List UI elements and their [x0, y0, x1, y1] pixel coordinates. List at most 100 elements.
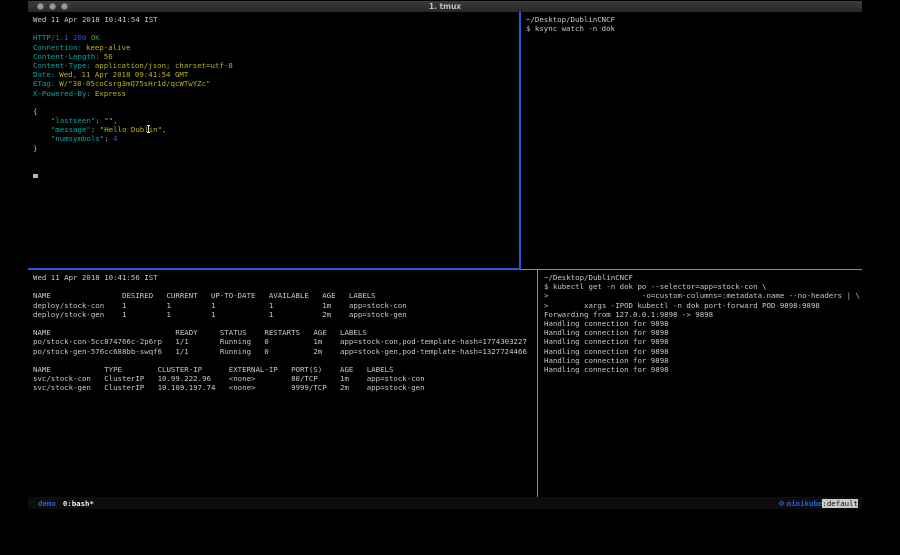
pane-divider-horizontal-right[interactable] — [521, 269, 862, 270]
table-row: NAME READY STATUS RESTARTS AGE LABELS — [33, 328, 542, 337]
prompt-line — [33, 171, 524, 180]
terminal-line: ~/Desktop/DublinCNCF — [526, 15, 862, 24]
json-open-brace: { — [33, 107, 524, 116]
pane-divider-horizontal-left[interactable] — [28, 268, 519, 270]
header-value: W/"38-05coCsrg3mQ75sHr1d/qcWTwYZc" — [59, 79, 210, 88]
json-entry-line: "lastseen": "", — [33, 116, 524, 125]
http-header-line: Date: Wed, 11 Apr 2018 09:41:54 GMT — [33, 70, 524, 79]
json-separator: : — [91, 125, 100, 134]
services-table: NAME TYPE CLUSTER-IP EXTERNAL-IP PORT(S)… — [33, 365, 542, 393]
json-value: "Hello Dublin", — [100, 125, 167, 134]
pods-table: NAME READY STATUS RESTARTS AGE LABELSpo/… — [33, 328, 542, 356]
json-entry-line: "message": "Hello Dublin", — [33, 125, 524, 134]
http-status-line: HTTP/1.1 200 OK — [33, 33, 524, 42]
http-proto: HTTP — [33, 33, 51, 42]
header-value: keep-alive — [86, 43, 131, 52]
table-row: NAME TYPE CLUSTER-IP EXTERNAL-IP PORT(S)… — [33, 365, 542, 374]
http-header-line: Content-Length: 56 — [33, 52, 524, 61]
pane-ksync[interactable]: ~/Desktop/DublinCNCF$ ksync watch -n dok — [521, 12, 862, 271]
json-value: 4 — [113, 134, 117, 143]
terminal-line: ~/Desktop/DublinCNCF — [544, 273, 862, 282]
json-close-brace: } — [33, 144, 524, 153]
pane-http-response[interactable]: Wed 11 Apr 2018 10:41:54 IST HTTP/1.1 20… — [28, 12, 524, 271]
header-name: Date: — [33, 70, 55, 79]
tmux-panes: Wed 11 Apr 2018 10:41:54 IST HTTP/1.1 20… — [28, 12, 862, 497]
header-value: Wed, 11 Apr 2018 09:41:54 GMT — [59, 70, 188, 79]
http-header-line: Connection: keep-alive — [33, 43, 524, 52]
terminal-line: $ ksync watch -n dok — [526, 24, 862, 33]
header-value: 56 — [104, 52, 113, 61]
mouse-cursor — [148, 125, 149, 133]
terminal-line: Forwarding from 127.0.0.1:9898 -> 9898 — [544, 310, 862, 319]
header-name: Content-Type: — [33, 61, 91, 70]
json-key: "message" — [33, 125, 91, 134]
zoom-window-icon[interactable] — [61, 3, 68, 10]
json-value: "", — [104, 116, 117, 125]
header-value: Express — [95, 89, 126, 98]
blank-line — [33, 24, 524, 33]
terminal-line: Handling connection for 9898 — [544, 365, 862, 374]
pane-divider-vertical-top[interactable] — [519, 12, 521, 270]
blank-line — [33, 153, 524, 162]
http-reason: OK — [91, 33, 100, 42]
kube-context: minikube — [787, 499, 823, 508]
http-header-line: X-Powered-By: Express — [33, 89, 524, 98]
table-row: svc/stock-con ClusterIP 10.99.222.96 <no… — [33, 374, 542, 383]
status-left: demo 0:bash* — [38, 499, 94, 508]
status-right: ☸minikube:default — [778, 499, 858, 508]
table-row: deploy/stock-con 1 1 1 1 1m app=stock-co… — [33, 301, 542, 310]
timestamp-line: Wed 11 Apr 2018 10:41:54 IST — [33, 15, 524, 24]
pane-kubectl-resources[interactable]: Wed 11 Apr 2018 10:41:56 IST NAME DESIRE… — [28, 270, 542, 497]
header-value: application/json; charset=utf-8 — [95, 61, 233, 70]
pane-divider-vertical-bottom[interactable] — [537, 270, 538, 497]
terminal-line: Handling connection for 9898 — [544, 328, 862, 337]
header-name: Content-Length: — [33, 52, 100, 61]
terminal-line: > -o=custom-columns=:metadata.name --no-… — [544, 291, 862, 300]
terminal-line: $ kubectl get -n dok po --selector=app=s… — [544, 282, 862, 291]
ksync-output: ~/Desktop/DublinCNCF$ ksync watch -n dok — [526, 15, 862, 33]
blank-line — [33, 319, 542, 328]
kube-namespace: :default — [822, 499, 858, 508]
terminal-cursor — [33, 174, 38, 178]
header-name: Connection: — [33, 43, 82, 52]
http-headers: Connection:keep-aliveContent-Length:56Co… — [33, 43, 524, 98]
terminal-window: 1. tmux Wed 11 Apr 2018 10:41:54 IST HTT… — [28, 1, 862, 509]
json-key: "numsymbols" — [33, 134, 104, 143]
window-tab[interactable]: 0:bash* — [63, 499, 94, 508]
table-row: po/stock-gen-576cc688bb-swqf6 1/1 Runnin… — [33, 347, 542, 356]
table-row: po/stock-con-5cc874766c-2p6rp 1/1 Runnin… — [33, 337, 542, 346]
window-title: 1. tmux — [28, 2, 862, 11]
json-entry-line: "numsymbols": 4 — [33, 134, 524, 143]
terminal-line: Handling connection for 9898 — [544, 337, 862, 346]
blank-line — [33, 162, 524, 171]
minimize-window-icon[interactable] — [49, 3, 56, 10]
close-window-icon[interactable] — [37, 3, 44, 10]
blank-line — [33, 98, 524, 107]
traffic-lights — [37, 3, 68, 10]
titlebar[interactable]: 1. tmux — [28, 1, 862, 12]
header-name: ETag: — [33, 79, 55, 88]
table-row: NAME DESIRED CURRENT UP-TO-DATE AVAILABL… — [33, 291, 542, 300]
port-forward-output: ~/Desktop/DublinCNCF$ kubectl get -n dok… — [544, 273, 862, 374]
session-name: demo — [38, 499, 56, 508]
terminal-line: > xargs -IPOD kubectl -n dok port-forwar… — [544, 301, 862, 310]
table-row: svc/stock-gen ClusterIP 10.109.197.74 <n… — [33, 383, 542, 392]
kubernetes-helm-icon: ☸ — [778, 499, 785, 508]
header-name: X-Powered-By: — [33, 89, 91, 98]
json-separator: : — [95, 116, 104, 125]
http-header-line: Content-Type: application/json; charset=u… — [33, 61, 524, 70]
http-version-code: /1.1 200 — [51, 33, 91, 42]
table-row: deploy/stock-gen 1 1 1 1 2m app=stock-ge… — [33, 310, 542, 319]
blank-line — [33, 282, 542, 291]
tmux-status-bar: demo 0:bash* ☸minikube:default — [28, 497, 862, 509]
json-key: "lastseen" — [33, 116, 95, 125]
blank-line — [33, 356, 542, 365]
terminal-line: Handling connection for 9898 — [544, 347, 862, 356]
timestamp-line: Wed 11 Apr 2018 10:41:56 IST — [33, 273, 542, 282]
http-header-line: ETag: W/"38-05coCsrg3mQ75sHr1d/qcWTwYZc" — [33, 79, 524, 88]
deployments-table: NAME DESIRED CURRENT UP-TO-DATE AVAILABL… — [33, 291, 542, 319]
pane-port-forward[interactable]: ~/Desktop/DublinCNCF$ kubectl get -n dok… — [539, 270, 862, 497]
terminal-line: Handling connection for 9898 — [544, 356, 862, 365]
json-separator: : — [104, 134, 113, 143]
json-body: "lastseen": "", "message": "Hello Dublin… — [33, 116, 524, 144]
